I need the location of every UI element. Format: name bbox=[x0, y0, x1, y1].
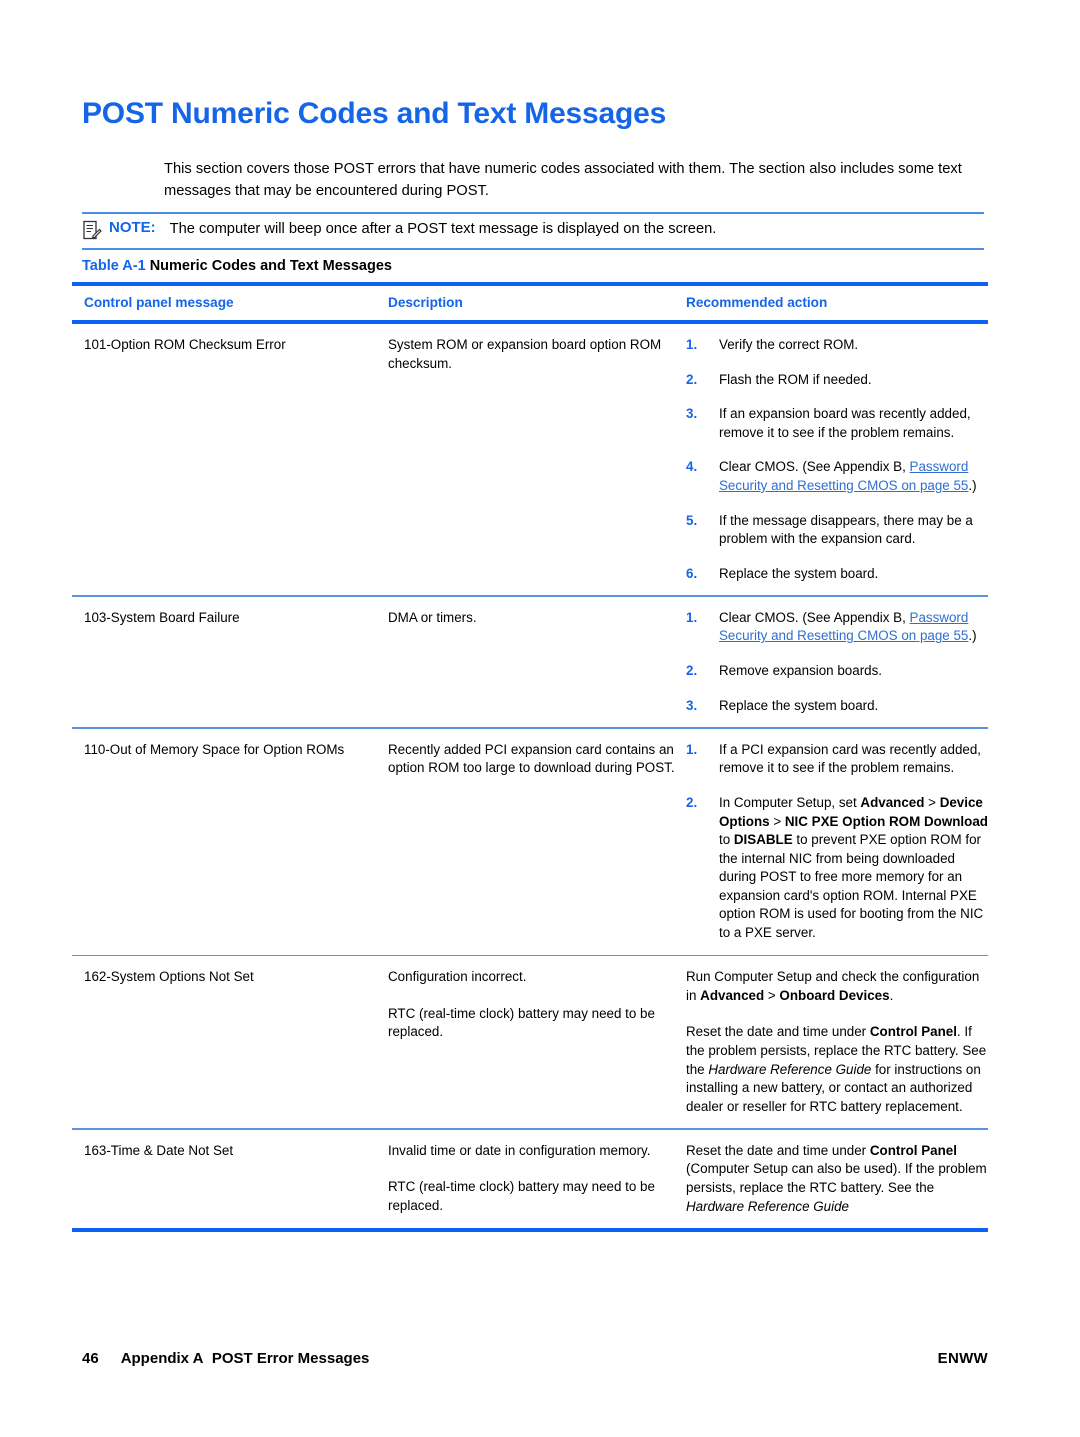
list-item: 3. Replace the system board. bbox=[686, 697, 988, 716]
list-item: 2. Remove expansion boards. bbox=[686, 662, 988, 681]
list-text: In Computer Setup, set Advanced > Device… bbox=[719, 794, 988, 941]
column-header-description: Description bbox=[388, 295, 463, 310]
list-number: 1. bbox=[686, 337, 698, 352]
table-header-row: Control panel message Description Recomm… bbox=[72, 286, 988, 320]
action-list: 1. Verify the correct ROM. 2. Flash the RO… bbox=[686, 336, 988, 583]
table-bottom-rule bbox=[72, 1228, 988, 1233]
list-item: 3. If an expansion board was recently add… bbox=[686, 405, 988, 442]
note-text: The computer will beep once after a POST… bbox=[169, 221, 717, 237]
cell-message: 162-System Options Not Set bbox=[84, 969, 254, 985]
intro-paragraph: This section covers those POST errors th… bbox=[164, 161, 962, 199]
cell-message: 103-System Board Failure bbox=[84, 609, 240, 625]
description-paragraph: System ROM or expansion board option ROM… bbox=[388, 337, 662, 371]
footer-section: POST Error Messages bbox=[211, 1350, 370, 1367]
table-row: 110-Out of Memory Space for Option ROMs … bbox=[72, 729, 988, 955]
cell-recommended-action: 1. If a PCI expansion card was recently a… bbox=[686, 729, 988, 955]
page-title: POST Numeric Codes and Text Messages bbox=[82, 97, 667, 130]
action-list: 1. If a PCI expansion card was recently a… bbox=[686, 741, 988, 943]
list-item: 2. Flash the ROM if needed. bbox=[686, 371, 988, 390]
action-paragraph: Reset the date and time under Control Pa… bbox=[686, 1142, 987, 1214]
table-row: 163-Time & Date Not Set Invalid time or … bbox=[72, 1130, 988, 1228]
document-page: POST Numeric Codes and Text Messages Thi… bbox=[0, 0, 1080, 1437]
cell-recommended-action: Run Computer Setup and check the configu… bbox=[686, 956, 988, 1128]
page-footer: 46 Appendix A POST Error Messages ENWW bbox=[82, 1350, 988, 1367]
list-text: Clear CMOS. (See Appendix B, Password Se… bbox=[719, 459, 977, 493]
table-caption-label: Table A-1 bbox=[82, 258, 146, 274]
column-header-recommended-action: Recommended action bbox=[686, 295, 828, 310]
table-row: 101-Option ROM Checksum Error System ROM… bbox=[72, 324, 988, 595]
note-label: NOTE: bbox=[109, 219, 156, 236]
footer-page-number: 46 bbox=[82, 1350, 99, 1367]
list-text: Replace the system board. bbox=[719, 697, 879, 713]
action-list: 1. Clear CMOS. (See Appendix B, Password … bbox=[686, 609, 988, 715]
list-text: Flash the ROM if needed. bbox=[719, 371, 872, 387]
footer-enww: ENWW bbox=[937, 1350, 988, 1367]
description-paragraph: DMA or timers. bbox=[388, 609, 477, 625]
list-item: 2. In Computer Setup, set Advanced > Devi… bbox=[686, 794, 988, 943]
cell-message: 101-Option ROM Checksum Error bbox=[84, 337, 286, 352]
action-paragraph: Run Computer Setup and check the configu… bbox=[686, 969, 980, 1003]
note-bottom-rule bbox=[82, 248, 984, 250]
list-item: 6. Replace the system board. bbox=[686, 565, 988, 584]
column-header-control-panel-message: Control panel message bbox=[84, 295, 234, 310]
description-paragraph: Invalid time or date in configuration me… bbox=[388, 1142, 651, 1158]
list-text: If the message disappears, there may be … bbox=[719, 512, 973, 547]
list-number: 2. bbox=[686, 663, 698, 679]
note-pad-pencil-icon bbox=[82, 220, 102, 242]
list-number: 3. bbox=[686, 697, 698, 713]
cell-recommended-action: Reset the date and time under Control Pa… bbox=[686, 1130, 988, 1228]
table-caption: Table A-1 Numeric Codes and Text Message… bbox=[82, 258, 392, 274]
cell-message: 110-Out of Memory Space for Option ROMs bbox=[84, 741, 345, 757]
footer-appendix: Appendix A bbox=[120, 1350, 204, 1367]
numeric-codes-table: Control panel message Description Recomm… bbox=[72, 282, 988, 1233]
cell-description: Invalid time or date in configuration me… bbox=[388, 1130, 686, 1228]
list-text: Verify the correct ROM. bbox=[719, 337, 859, 352]
description-paragraph: Recently added PCI expansion card contai… bbox=[388, 741, 675, 776]
list-number: 2. bbox=[686, 371, 698, 387]
cell-recommended-action: 1. Verify the correct ROM. 2. Flash the RO… bbox=[686, 324, 988, 595]
table-caption-title: Numeric Codes and Text Messages bbox=[149, 258, 392, 274]
description-paragraph: RTC (real-time clock) battery may need t… bbox=[388, 1005, 655, 1040]
list-number: 6. bbox=[686, 565, 698, 581]
cell-description: Recently added PCI expansion card contai… bbox=[388, 729, 686, 790]
list-text: If a PCI expansion card was recently add… bbox=[719, 741, 982, 776]
list-number: 3. bbox=[686, 406, 698, 422]
note-body: NOTE: The computer will beep once after … bbox=[82, 214, 984, 248]
list-number: 2. bbox=[686, 794, 698, 810]
list-item: 4. Clear CMOS. (See Appendix B, Password … bbox=[686, 458, 988, 495]
table-row: 103-System Board Failure DMA or timers. … bbox=[72, 597, 988, 727]
list-number: 1. bbox=[686, 741, 698, 757]
list-text: Clear CMOS. (See Appendix B, Password Se… bbox=[719, 609, 977, 644]
cell-recommended-action: 1. Clear CMOS. (See Appendix B, Password … bbox=[686, 597, 988, 727]
list-text: Remove expansion boards. bbox=[719, 663, 883, 679]
cell-description: DMA or timers. bbox=[388, 597, 686, 640]
cell-description: System ROM or expansion board option ROM… bbox=[388, 324, 686, 385]
description-paragraph: Configuration incorrect. bbox=[388, 969, 527, 985]
list-number: 5. bbox=[686, 512, 698, 528]
list-text: Replace the system board. bbox=[719, 565, 879, 581]
list-text: If an expansion board was recently added… bbox=[719, 406, 971, 440]
list-item: 1. Clear CMOS. (See Appendix B, Password … bbox=[686, 609, 988, 646]
action-paragraph: Reset the date and time under Control Pa… bbox=[686, 1024, 987, 1114]
list-item: 1. If a PCI expansion card was recently a… bbox=[686, 741, 988, 778]
list-item: 5. If the message disappears, there may b… bbox=[686, 512, 988, 549]
note-admonition: NOTE: The computer will beep once after … bbox=[82, 212, 984, 250]
cross-reference-link[interactable]: Password Security and Resetting CMOS on … bbox=[719, 459, 968, 493]
list-item: 1. Verify the correct ROM. bbox=[686, 336, 988, 355]
list-number: 1. bbox=[686, 609, 698, 625]
list-number: 4. bbox=[686, 459, 698, 475]
cell-description: Configuration incorrect. RTC (real-time … bbox=[388, 956, 686, 1054]
cross-reference-link[interactable]: Password Security and Resetting CMOS on … bbox=[719, 610, 968, 644]
table-row: 162-System Options Not Set Configuration… bbox=[72, 956, 988, 1128]
description-paragraph: RTC (real-time clock) battery may need t… bbox=[388, 1179, 655, 1213]
cell-message: 163-Time & Date Not Set bbox=[84, 1142, 234, 1158]
